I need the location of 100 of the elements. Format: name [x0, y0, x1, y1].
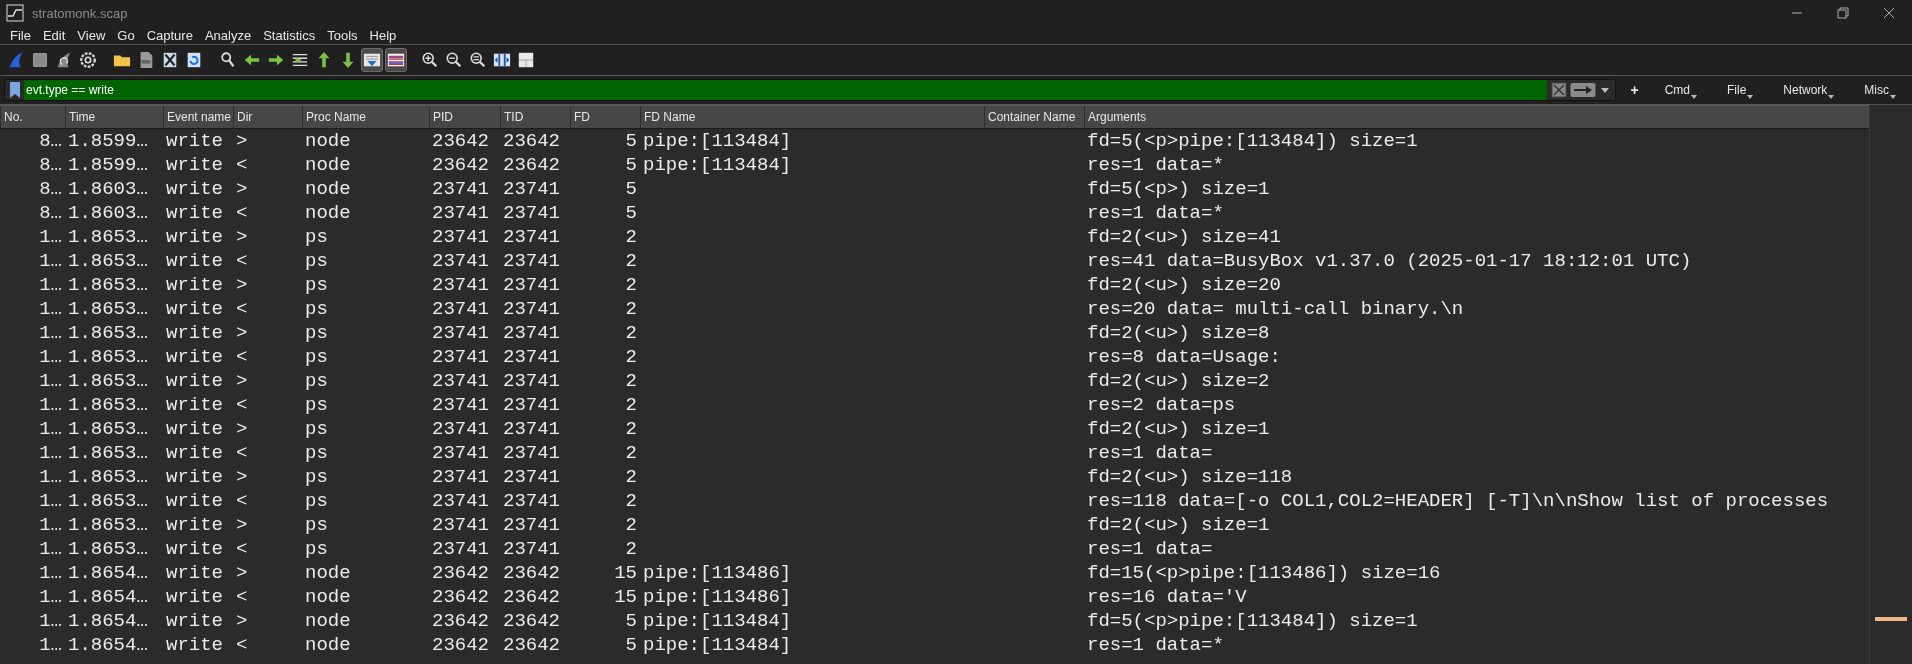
table-cell-text: 1…: [38, 538, 63, 560]
table-cell-text: 1…: [38, 250, 63, 272]
filter-button[interactable]: Misc: [1852, 83, 1908, 97]
table-cell-text: 1.8654…: [67, 610, 149, 632]
table-cell-text: <: [235, 490, 249, 512]
table-cell-text: 1…: [38, 226, 63, 248]
table-cell-text: res=1 data=*: [1086, 202, 1225, 224]
table-cell-text: 5: [624, 202, 638, 224]
table-cell-text: 1…: [38, 322, 63, 344]
table-cell-text: write: [165, 298, 224, 320]
column-header[interactable]: Time: [65, 106, 163, 128]
table-cell-text: 23741: [502, 202, 561, 224]
table-cell-text: 5: [624, 178, 638, 200]
filter-button[interactable]: Cmd: [1652, 83, 1709, 97]
table-cell-text: 1.8599…: [67, 154, 149, 176]
table-cell-text: res=16 data='V: [1086, 586, 1248, 608]
column-header[interactable]: FD: [570, 106, 640, 128]
table-cell-text: 5: [624, 130, 638, 152]
table-cell-text: pipe:[113486]: [642, 586, 793, 608]
table-cell-text: 2: [624, 442, 638, 464]
column-header[interactable]: No.: [0, 106, 65, 128]
toolbar-button[interactable]: [361, 48, 383, 72]
table-cell-text: 23741: [431, 322, 490, 344]
shark-fin-icon: [55, 51, 73, 69]
table-cell-text: <: [235, 346, 249, 368]
menu-item[interactable]: File: [4, 26, 37, 44]
table-cell-text: 23642: [502, 610, 561, 632]
menu-item[interactable]: View: [71, 26, 112, 44]
table-cell-text: 23741: [431, 538, 490, 560]
filter-button[interactable]: File: [1714, 83, 1766, 97]
table-cell-text: 1.8653…: [67, 226, 149, 248]
column-header[interactable]: PID: [429, 106, 500, 128]
table-cell-text: 1.8654…: [67, 586, 149, 608]
table-cell-text: 23741: [502, 370, 561, 392]
zoom-in-icon: [421, 51, 439, 69]
menu-item[interactable]: Go: [111, 26, 141, 44]
table-cell-text: pipe:[113484]: [642, 154, 793, 176]
table-cell-text: pipe:[113484]: [642, 610, 793, 632]
table-cell-text: ps: [304, 226, 329, 248]
app-icon: [6, 4, 24, 22]
caret-icon: [1828, 95, 1835, 99]
column-header[interactable]: Container Name: [984, 106, 1084, 128]
table-cell-text: 1.8653…: [67, 370, 149, 392]
zoom-reset-icon: [469, 51, 487, 69]
column-header[interactable]: Proc Name: [302, 106, 429, 128]
toolbar-button[interactable]: [385, 48, 407, 72]
menu-item[interactable]: Capture: [140, 26, 199, 44]
table-cell-text: 23741: [502, 490, 561, 512]
menu-item[interactable]: Tools: [321, 26, 364, 44]
menu-item[interactable]: Edit: [36, 26, 72, 44]
table-cell-text: node: [304, 178, 352, 200]
table-cell-text: write: [165, 466, 224, 488]
table-cell-text: write: [165, 514, 224, 536]
table-cell-text: ps: [304, 394, 329, 416]
table-cell-text: 23741: [431, 394, 490, 416]
menu-item[interactable]: Statistics: [257, 26, 322, 44]
table-cell-text: 1…: [38, 634, 63, 656]
column-header[interactable]: TID: [500, 106, 570, 128]
table-cell-text: <: [235, 586, 249, 608]
table-cell-text: 5: [624, 154, 638, 176]
table-cell-text: <: [235, 202, 249, 224]
add-filter-button[interactable]: +: [1622, 82, 1647, 98]
table-cell-text: 23741: [431, 226, 490, 248]
menu-item[interactable]: Analyze: [198, 26, 258, 44]
table-cell-text: 1.8599…: [67, 130, 149, 152]
table-cell-text: write: [165, 346, 224, 368]
table-cell-text: <: [235, 394, 249, 416]
table-cell-text: res=8 data=Usage:: [1086, 346, 1282, 368]
column-header[interactable]: FD Name: [640, 106, 984, 128]
menu-item[interactable]: Help: [363, 26, 403, 44]
table-cell-text: 1.8654…: [67, 634, 149, 656]
table-cell-text: 2: [624, 490, 638, 512]
column-header[interactable]: Dir: [233, 106, 302, 128]
filter-button[interactable]: Network: [1771, 83, 1847, 97]
table-cell-text: 1…: [38, 370, 63, 392]
table-cell-text: node: [304, 202, 352, 224]
table-cell-text: <: [235, 634, 249, 656]
table-cell-text: node: [304, 154, 352, 176]
table-cell-text: write: [165, 610, 224, 632]
table-cell-text: 2: [624, 250, 638, 272]
table-cell-text: write: [165, 634, 224, 656]
table-cell-text: 23741: [502, 466, 561, 488]
table-cell-text: 1.8653…: [67, 322, 149, 344]
table-cell-text: 23741: [502, 226, 561, 248]
table-cell-text: 23642: [502, 562, 561, 584]
table-cell-text: write: [165, 226, 224, 248]
table-cell-text: 2: [624, 370, 638, 392]
table-cell-text: <: [235, 298, 249, 320]
table-cell-text: 23642: [502, 586, 561, 608]
table-cell-text: 23741: [431, 274, 490, 296]
search-icon: [219, 51, 237, 69]
column-header[interactable]: Event name: [163, 106, 233, 128]
shark-fin-icon: [7, 51, 25, 69]
table-cell-text: ps: [304, 322, 329, 344]
table-cell-text: <: [235, 538, 249, 560]
table-cell-text: ps: [304, 418, 329, 440]
table-cell-text: pipe:[113486]: [642, 562, 793, 584]
zoom-out-icon: [445, 51, 463, 69]
table-cell-text: 23741: [431, 250, 490, 272]
table-cell-text: 1…: [38, 610, 63, 632]
